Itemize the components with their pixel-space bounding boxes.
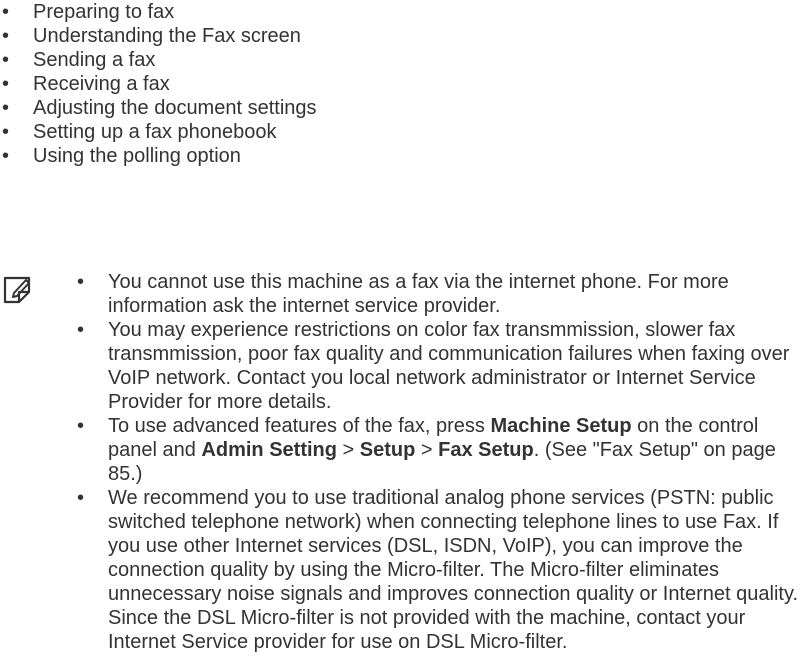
note-text: You may experience restrictions on color… <box>108 319 790 413</box>
note-text: We recommend you to use traditional anal… <box>108 487 799 653</box>
note-item: • To use advanced features of the fax, pr… <box>77 414 799 486</box>
list-item[interactable]: • Understanding the Fax screen <box>0 24 317 48</box>
toc-link-fax-screen[interactable]: Understanding the Fax screen <box>33 25 301 47</box>
list-item[interactable]: • Setting up a fax phonebook <box>0 120 317 144</box>
bullet: • <box>2 121 10 143</box>
toc-link-document-settings[interactable]: Adjusting the document settings <box>33 97 317 119</box>
chapter-contents-list: • Preparing to fax • Understanding the Fax… <box>0 0 317 168</box>
list-item[interactable]: • Preparing to fax <box>0 0 317 24</box>
note-item: • We recommend you to use traditional ana… <box>77 486 799 654</box>
bullet: • <box>2 25 10 47</box>
toc-link-preparing[interactable]: Preparing to fax <box>33 1 174 23</box>
fax-setup-label: Fax Setup <box>438 439 534 461</box>
bullet: • <box>77 271 85 293</box>
bullet: • <box>77 415 85 437</box>
note-item: • You may experience restrictions on colo… <box>77 318 799 414</box>
toc-link-polling[interactable]: Using the polling option <box>33 145 241 167</box>
setup-label: Setup <box>359 439 416 461</box>
toc-link-phonebook[interactable]: Setting up a fax phonebook <box>33 121 277 143</box>
bullet: • <box>77 319 85 341</box>
note-item: • You cannot use this machine as a fax vi… <box>77 270 799 318</box>
bullet: • <box>77 487 85 509</box>
toc-link-sending[interactable]: Sending a fax <box>33 49 155 71</box>
bullet: • <box>2 145 10 167</box>
bullet: • <box>2 73 10 95</box>
bullet: • <box>2 97 10 119</box>
admin-setting-label: Admin Setting <box>201 439 337 461</box>
bullet: • <box>2 49 10 71</box>
note-list: • You cannot use this machine as a fax vi… <box>77 270 799 654</box>
note-pencil-icon <box>3 276 31 304</box>
list-item[interactable]: • Sending a fax <box>0 48 317 72</box>
note-text: To use advanced features of the fax, pre… <box>108 415 776 485</box>
list-item[interactable]: • Using the polling option <box>0 144 317 168</box>
bullet: • <box>2 1 10 23</box>
toc-link-receiving[interactable]: Receiving a fax <box>33 73 170 95</box>
note-text: You cannot use this machine as a fax via… <box>108 271 729 317</box>
machine-setup-label: Machine Setup <box>490 415 632 437</box>
list-item[interactable]: • Receiving a fax <box>0 72 317 96</box>
list-item[interactable]: • Adjusting the document settings <box>0 96 317 120</box>
